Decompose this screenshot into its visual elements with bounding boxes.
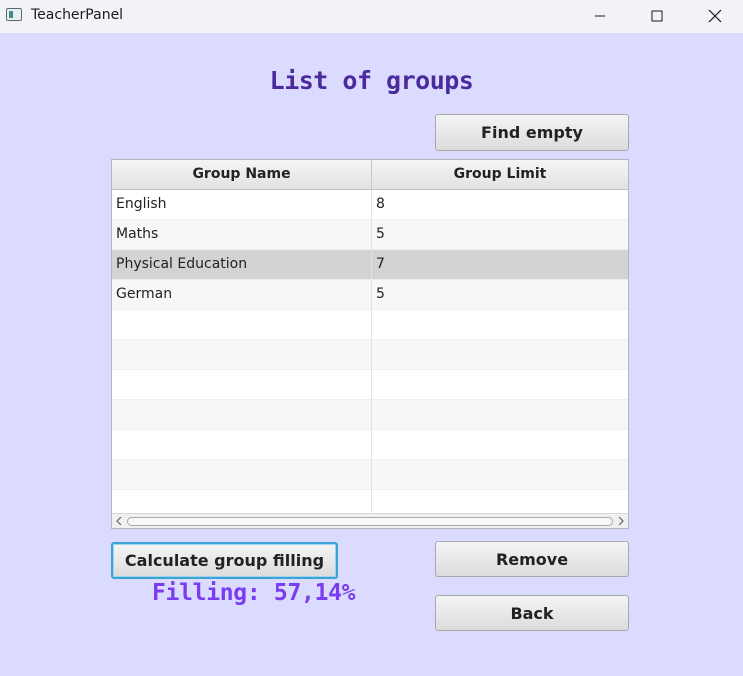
empty-table-row[interactable] xyxy=(112,460,628,490)
maximize-button[interactable] xyxy=(628,0,686,32)
scroll-left-icon[interactable] xyxy=(114,516,124,526)
column-header-group-limit[interactable]: Group Limit xyxy=(372,160,628,189)
cell-group-limit xyxy=(372,430,628,460)
empty-table-row[interactable] xyxy=(112,370,628,400)
back-button[interactable]: Back xyxy=(435,595,629,631)
empty-table-row[interactable] xyxy=(112,340,628,370)
cell-group-limit: 7 xyxy=(372,250,628,280)
cell-group-name: Physical Education xyxy=(112,250,372,280)
cell-group-limit: 5 xyxy=(372,280,628,310)
cell-group-name xyxy=(112,370,372,400)
cell-group-limit xyxy=(372,340,628,370)
horizontal-scrollbar[interactable] xyxy=(112,513,628,528)
scroll-right-icon[interactable] xyxy=(616,516,626,526)
maximize-icon xyxy=(651,10,663,22)
empty-table-row[interactable] xyxy=(112,430,628,460)
table-row[interactable]: German 5 xyxy=(112,280,628,310)
window-titlebar: TeacherPanel xyxy=(0,0,743,33)
column-header-group-name[interactable]: Group Name xyxy=(112,160,372,189)
cell-group-limit: 5 xyxy=(372,220,628,250)
minimize-button[interactable] xyxy=(571,0,629,32)
cell-group-name xyxy=(112,310,372,340)
cell-group-name xyxy=(112,340,372,370)
app-icon xyxy=(6,8,22,21)
cell-group-limit xyxy=(372,400,628,430)
empty-table-row[interactable] xyxy=(112,310,628,340)
remove-button[interactable]: Remove xyxy=(435,541,629,577)
cell-group-name: Maths xyxy=(112,220,372,250)
minimize-icon xyxy=(595,15,605,17)
groups-table[interactable]: Group Name Group Limit English 8 Maths 5 Phy… xyxy=(111,159,629,529)
cell-group-limit: 8 xyxy=(372,190,628,220)
empty-table-row[interactable] xyxy=(112,400,628,430)
cell-group-name xyxy=(112,400,372,430)
cell-group-name xyxy=(112,430,372,460)
close-icon xyxy=(708,9,722,23)
table-row[interactable]: English 8 xyxy=(112,190,628,220)
cell-group-name: English xyxy=(112,190,372,220)
table-row[interactable]: Maths 5 xyxy=(112,220,628,250)
cell-group-name xyxy=(112,460,372,490)
scrollbar-thumb[interactable] xyxy=(127,517,613,526)
find-empty-button[interactable]: Find empty xyxy=(435,114,629,151)
table-body: English 8 Maths 5 Physical Education 7 German 5 xyxy=(112,190,628,520)
table-header: Group Name Group Limit xyxy=(112,160,628,190)
close-button[interactable] xyxy=(686,0,743,32)
filling-result: Filling: 57,14% xyxy=(152,580,356,606)
cell-group-limit xyxy=(372,370,628,400)
window-title: TeacherPanel xyxy=(31,7,124,23)
table-row[interactable]: Physical Education 7 xyxy=(112,250,628,280)
calculate-group-filling-button[interactable]: Calculate group filling xyxy=(111,542,338,579)
cell-group-limit xyxy=(372,310,628,340)
cell-group-name: German xyxy=(112,280,372,310)
page-title: List of groups xyxy=(269,66,474,95)
cell-group-limit xyxy=(372,460,628,490)
